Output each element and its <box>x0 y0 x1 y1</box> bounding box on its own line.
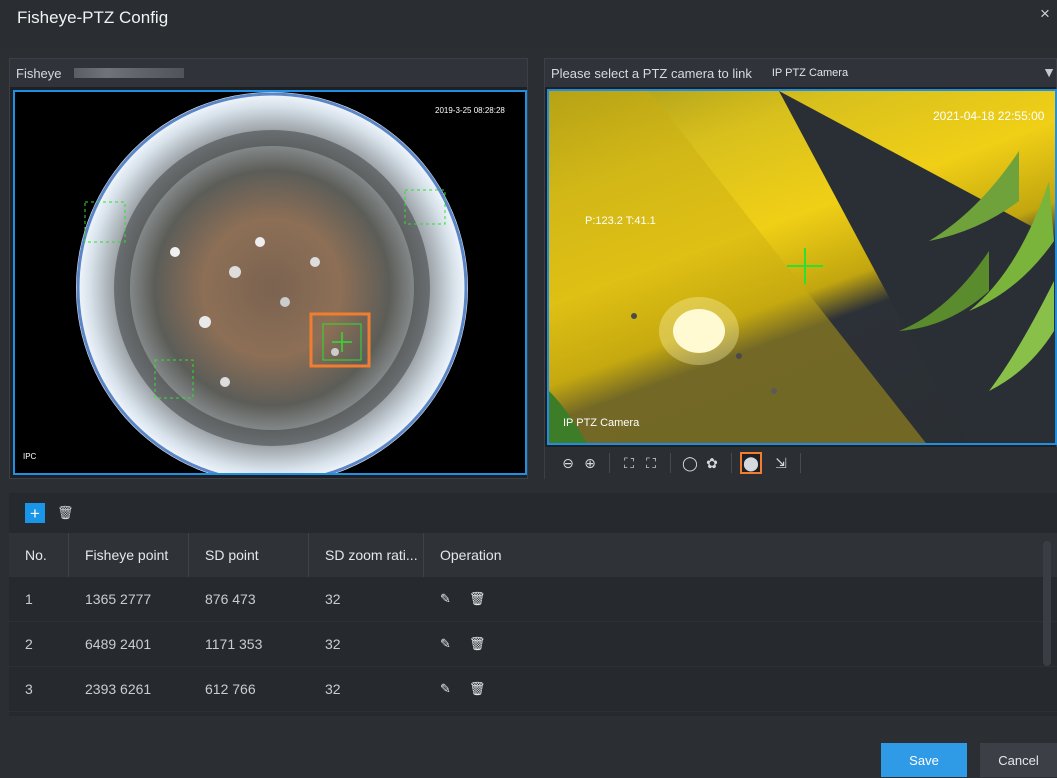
ptz-video[interactable]: 2021-04-18 22:55:00 P:123.2 T:41.1 IP PT… <box>547 89 1057 445</box>
ptz-position: P:123.2 T:41.1 <box>585 215 656 227</box>
column-header-fisheye-point[interactable]: Fisheye point <box>69 533 189 577</box>
cell-no: 1 <box>25 591 33 607</box>
aperture-icon[interactable]: ✿ <box>701 452 723 474</box>
table-toolbar: + 🗑 <box>9 493 1057 533</box>
dialog-footer: Save Cancel <box>0 716 1057 778</box>
chevron-down-icon[interactable]: ▼ <box>1042 64 1056 80</box>
cell-fisheye-point: 6489 2401 <box>85 636 152 652</box>
table-header: No. Fisheye point SD point SD zoom rati.… <box>9 533 1057 577</box>
ptz-panel-header: Please select a PTZ camera to link IP PT… <box>545 59 1056 87</box>
toolbar-divider <box>731 453 732 473</box>
toolbar-divider <box>670 453 671 473</box>
trash-icon[interactable]: 🗑 <box>469 591 486 607</box>
ptz-prompt: Please select a PTZ camera to link <box>551 65 752 81</box>
ptz-image <box>549 91 1055 443</box>
close-icon[interactable]: × <box>1040 4 1050 24</box>
trash-icon[interactable]: 🗑 <box>469 636 486 652</box>
fisheye-video[interactable]: 2019-3-25 08:28:28 IPC <box>13 90 527 475</box>
cancel-button[interactable]: Cancel <box>980 743 1057 777</box>
fisheye-image <box>76 92 468 473</box>
zoom-in-icon[interactable]: ⊕ <box>579 452 601 474</box>
cell-sd-point: 612 766 <box>205 681 256 697</box>
iris-icon[interactable]: ◯ <box>679 452 701 474</box>
ptz-overlay-name: IP PTZ Camera <box>563 417 640 429</box>
cell-no: 3 <box>25 681 33 697</box>
edit-icon[interactable]: ✎ <box>440 591 451 607</box>
cell-fisheye-point: 1365 2777 <box>85 591 152 607</box>
points-table-area: + 🗑 No. Fisheye point SD point SD zoom r… <box>9 493 1057 716</box>
table-row[interactable]: 1 1365 2777 876 473 32 ✎ 🗑 <box>9 577 1057 622</box>
column-header-no[interactable]: No. <box>9 533 69 577</box>
toolbar-divider <box>800 453 801 473</box>
camera-name-redacted <box>73 68 184 78</box>
table-row[interactable]: 3 2393 6261 612 766 32 ✎ 🗑 <box>9 667 1057 712</box>
ptz-panel: Please select a PTZ camera to link IP PT… <box>544 58 1057 479</box>
trash-icon[interactable]: 🗑 <box>469 681 486 697</box>
ptz-toolbar: ⊖ ⊕ ⛶ ⛶ ◯ ✿ ⬤ ⇲ <box>545 447 1057 479</box>
cell-zoom-ratio: 32 <box>325 636 341 652</box>
focus-far-icon[interactable]: ⛶ <box>640 452 662 474</box>
fisheye-timestamp: 2019-3-25 08:28:28 <box>435 106 505 115</box>
ptz-timestamp: 2021-04-18 22:55:00 <box>933 109 1045 123</box>
cell-zoom-ratio: 32 <box>325 681 341 697</box>
fisheye-label: Fisheye <box>16 65 62 81</box>
zoom-out-icon[interactable]: ⊖ <box>557 452 579 474</box>
edit-icon[interactable]: ✎ <box>440 636 451 652</box>
cell-operation: ✎ 🗑 <box>424 591 574 607</box>
column-header-zoom-ratio[interactable]: SD zoom rati... <box>309 533 424 577</box>
column-header-sd-point[interactable]: SD point <box>189 533 309 577</box>
pointer-select-icon[interactable]: ⇲ <box>770 452 792 474</box>
cell-sd-point: 876 473 <box>205 591 256 607</box>
toolbar-divider <box>609 453 610 473</box>
table-scrollbar[interactable] <box>1043 541 1051 666</box>
table-row[interactable]: 2 6489 2401 1171 353 32 ✎ 🗑 <box>9 622 1057 667</box>
column-header-operation: Operation <box>440 547 502 563</box>
cell-operation: ✎ 🗑 <box>424 681 574 697</box>
cell-operation: ✎ 🗑 <box>424 636 574 652</box>
cell-sd-point: 1171 353 <box>205 636 263 652</box>
dialog-titlebar: Fisheye-PTZ Config × <box>0 0 1057 48</box>
save-button[interactable]: Save <box>881 743 967 777</box>
fisheye-watermark: IPC <box>23 452 37 461</box>
mouse-icon[interactable]: ⬤ <box>740 452 762 474</box>
add-point-button[interactable]: + <box>25 503 45 523</box>
cell-zoom-ratio: 32 <box>325 591 341 607</box>
delete-icon[interactable]: 🗑 <box>57 505 74 521</box>
ptz-camera-select[interactable]: IP PTZ Camera <box>772 67 848 79</box>
edit-icon[interactable]: ✎ <box>440 681 451 697</box>
focus-near-icon[interactable]: ⛶ <box>618 452 640 474</box>
fisheye-panel: Fisheye 2019-3-25 08:28:28 IPC <box>9 58 528 479</box>
cell-fisheye-point: 2393 6261 <box>85 681 152 697</box>
dialog-title: Fisheye-PTZ Config <box>17 8 169 27</box>
fisheye-panel-header: Fisheye <box>10 59 527 87</box>
cell-no: 2 <box>25 636 33 652</box>
